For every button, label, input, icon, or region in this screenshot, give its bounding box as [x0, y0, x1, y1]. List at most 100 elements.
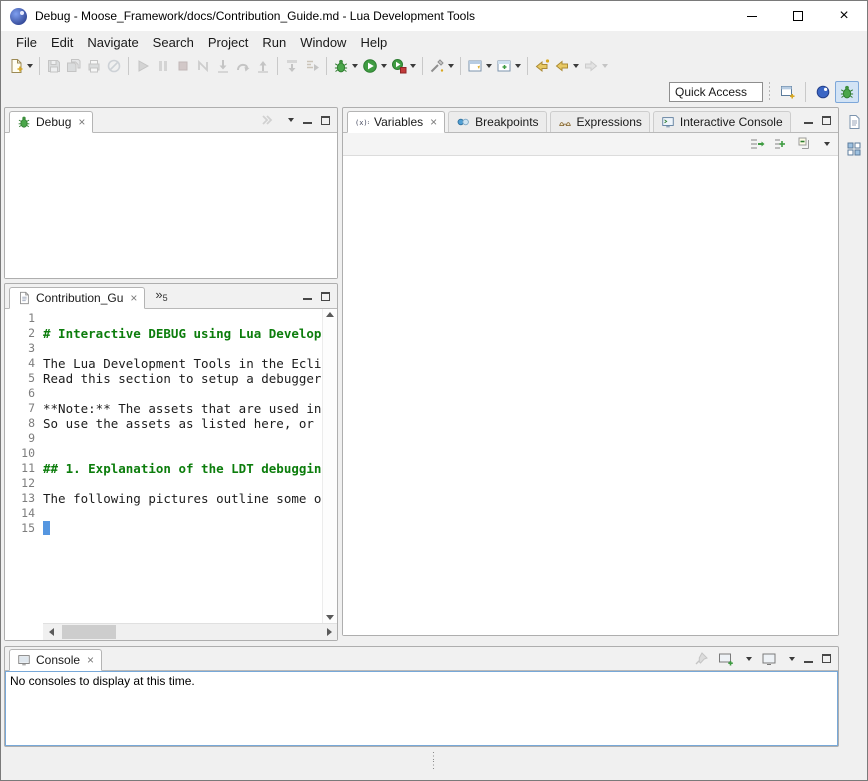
- tab-console[interactable]: Console ×: [9, 649, 102, 671]
- debug-perspective-button[interactable]: [835, 81, 859, 103]
- close-icon[interactable]: ×: [87, 655, 94, 665]
- close-icon[interactable]: ×: [430, 117, 437, 127]
- menu-search[interactable]: Search: [146, 33, 201, 52]
- external-tools-dropdown-icon[interactable]: [448, 64, 454, 68]
- run-button[interactable]: [360, 55, 389, 77]
- code-editor-area[interactable]: # Interactive DEBUG using Lua DevelopThe…: [43, 309, 322, 623]
- close-icon[interactable]: ×: [78, 117, 85, 127]
- save-all-button[interactable]: [64, 55, 84, 77]
- toolbar-separator: [39, 57, 40, 75]
- disconnect-button[interactable]: [193, 55, 213, 77]
- forward-dropdown-icon[interactable]: [602, 64, 608, 68]
- line-number-ruler[interactable]: 123456789101112131415: [5, 309, 43, 640]
- maximize-icon[interactable]: [822, 116, 831, 125]
- step-into-button[interactable]: [213, 55, 233, 77]
- maximize-button[interactable]: [775, 1, 821, 31]
- menu-edit[interactable]: Edit: [44, 33, 80, 52]
- tab-expressions[interactable]: Expressions: [550, 111, 650, 132]
- pin-console-icon[interactable]: [693, 651, 709, 667]
- tab-label: Contribution_Gu: [36, 291, 123, 305]
- back-dropdown-icon[interactable]: [573, 64, 579, 68]
- tab-variables[interactable]: (x)=Variables×: [347, 111, 445, 133]
- run-dropdown-icon[interactable]: [381, 64, 387, 68]
- terminate-button[interactable]: [173, 55, 193, 77]
- line-number: 1: [5, 311, 43, 326]
- code-line: [43, 386, 322, 401]
- close-icon[interactable]: ×: [130, 293, 137, 303]
- new-button[interactable]: [6, 55, 35, 77]
- step-over-button[interactable]: [233, 55, 253, 77]
- separator: [769, 82, 770, 102]
- open-console-dropdown-icon[interactable]: [746, 657, 752, 661]
- scrollbar-thumb[interactable]: [62, 625, 116, 639]
- display-console-dropdown-icon[interactable]: [789, 657, 795, 661]
- menu-bar: FileEditNavigateSearchProjectRunWindowHe…: [1, 31, 867, 53]
- lua-perspective-button[interactable]: [811, 81, 835, 103]
- scrollbar-track[interactable]: [59, 624, 321, 640]
- vertical-scrollbar[interactable]: [322, 309, 337, 623]
- restore-editor-icon[interactable]: [844, 112, 864, 132]
- restore-views-icon[interactable]: [844, 139, 864, 159]
- scroll-right-button[interactable]: [321, 624, 337, 640]
- menu-navigate[interactable]: Navigate: [80, 33, 145, 52]
- menu-project[interactable]: Project: [201, 33, 255, 52]
- new-dropdown-icon[interactable]: [27, 64, 33, 68]
- show-references-icon[interactable]: [773, 136, 789, 152]
- coverage-button[interactable]: [389, 55, 418, 77]
- tab-interactive-console[interactable]: Interactive Console: [653, 111, 791, 132]
- tab-contribution-guide[interactable]: Contribution_Gu ×: [9, 287, 145, 309]
- view-menu-icon[interactable]: [824, 142, 830, 146]
- quick-access-input[interactable]: Quick Access: [669, 82, 763, 102]
- show-logical-structure-icon[interactable]: [749, 136, 765, 152]
- minimize-icon[interactable]: [303, 122, 312, 124]
- open-perspective-button[interactable]: [776, 81, 800, 103]
- tab-debug[interactable]: Debug ×: [9, 111, 93, 133]
- hidden-editors-chevron[interactable]: » 5: [145, 286, 173, 308]
- minimize-icon[interactable]: [804, 122, 813, 124]
- forward-button[interactable]: [581, 55, 610, 77]
- scroll-down-icon[interactable]: [326, 615, 334, 620]
- menu-file[interactable]: File: [9, 33, 44, 52]
- tab-breakpoints[interactable]: Breakpoints: [448, 111, 546, 132]
- suspend-button[interactable]: [153, 55, 173, 77]
- horizontal-scrollbar[interactable]: [43, 623, 337, 640]
- close-button[interactable]: ×: [821, 1, 867, 31]
- view-menu-icon[interactable]: [288, 118, 294, 122]
- maximize-icon[interactable]: [321, 292, 330, 301]
- debug-dropdown-icon[interactable]: [352, 64, 358, 68]
- forward-icon: [583, 58, 599, 74]
- sash-handle[interactable]: ⋮⋮: [1, 752, 867, 770]
- new-view-wizard-button[interactable]: [494, 55, 523, 77]
- last-edit-location-button[interactable]: [532, 55, 552, 77]
- line-number: 8: [5, 416, 43, 431]
- remove-terminated-icon[interactable]: [260, 112, 276, 128]
- open-wizard-dropdown-icon[interactable]: [486, 64, 492, 68]
- skip-all-breakpoints-button[interactable]: [104, 55, 124, 77]
- resume-button[interactable]: [133, 55, 153, 77]
- minimize-button[interactable]: [729, 1, 775, 31]
- menu-window[interactable]: Window: [293, 33, 353, 52]
- hidden-editors-count: 5: [163, 293, 168, 303]
- debug-button[interactable]: [331, 55, 360, 77]
- external-tools-button[interactable]: [427, 55, 456, 77]
- scroll-left-button[interactable]: [43, 624, 59, 640]
- drop-to-frame-button[interactable]: [282, 55, 302, 77]
- maximize-icon[interactable]: [321, 116, 330, 125]
- display-selected-console-icon[interactable]: [761, 651, 777, 667]
- menu-help[interactable]: Help: [353, 33, 394, 52]
- new-view-wizard-dropdown-icon[interactable]: [515, 64, 521, 68]
- coverage-dropdown-icon[interactable]: [410, 64, 416, 68]
- save-button[interactable]: [44, 55, 64, 77]
- scroll-up-icon[interactable]: [326, 312, 334, 317]
- collapse-all-icon[interactable]: [797, 136, 813, 152]
- minimize-icon[interactable]: [303, 298, 312, 300]
- maximize-icon[interactable]: [822, 654, 831, 663]
- use-step-filters-button[interactable]: [302, 55, 322, 77]
- print-button[interactable]: [84, 55, 104, 77]
- back-button[interactable]: [552, 55, 581, 77]
- open-console-icon[interactable]: [718, 651, 734, 667]
- step-return-button[interactable]: [253, 55, 273, 77]
- menu-run[interactable]: Run: [255, 33, 293, 52]
- open-wizard-button[interactable]: [465, 55, 494, 77]
- minimize-icon[interactable]: [804, 661, 813, 663]
